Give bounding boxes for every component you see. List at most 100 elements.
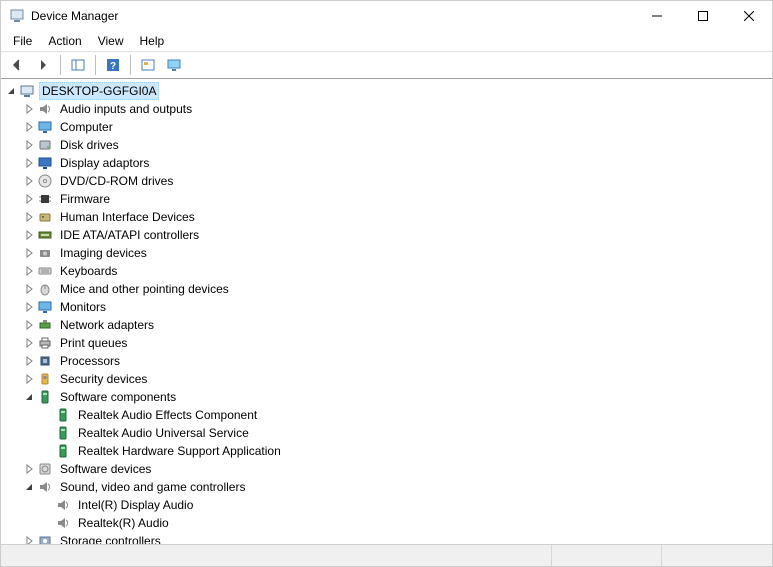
chevron-right-icon[interactable]: [21, 173, 37, 189]
storage-icon: [37, 533, 53, 544]
speaker-icon: [55, 497, 71, 513]
tree-node-label: Imaging devices: [57, 244, 150, 262]
tree-node-label: Display adaptors: [57, 154, 152, 172]
tree-category-node[interactable]: DVD/CD-ROM drives: [3, 172, 772, 190]
tree-device-node[interactable]: Intel(R) Display Audio: [3, 496, 772, 514]
device-manager-window: Device Manager File Action View Help: [0, 0, 773, 567]
tree-category-node[interactable]: IDE ATA/ATAPI controllers: [3, 226, 772, 244]
tree-category-node[interactable]: Monitors: [3, 298, 772, 316]
tree-category-node[interactable]: Disk drives: [3, 136, 772, 154]
chevron-right-icon[interactable]: [21, 371, 37, 387]
chevron-right-icon[interactable]: [21, 137, 37, 153]
keyboard-icon: [37, 263, 53, 279]
tree-device-node[interactable]: Realtek Audio Universal Service: [3, 424, 772, 442]
chevron-right-icon[interactable]: [21, 155, 37, 171]
menu-file[interactable]: File: [5, 32, 40, 50]
tree-category-node[interactable]: Computer: [3, 118, 772, 136]
tree-category-node[interactable]: Processors: [3, 352, 772, 370]
chevron-right-icon[interactable]: [21, 245, 37, 261]
tree-root-node[interactable]: DESKTOP-GGFGI0A: [3, 82, 772, 100]
expander-spacer: [39, 497, 55, 513]
chevron-right-icon[interactable]: [21, 299, 37, 315]
tree-device-node[interactable]: Realtek Audio Effects Component: [3, 406, 772, 424]
maximize-button[interactable]: [680, 1, 726, 31]
tree-category-node[interactable]: Storage controllers: [3, 532, 772, 544]
computer-icon: [19, 83, 35, 99]
tree-node-label: Audio inputs and outputs: [57, 100, 195, 118]
chevron-right-icon[interactable]: [21, 227, 37, 243]
chevron-down-icon[interactable]: [3, 83, 19, 99]
chevron-right-icon[interactable]: [21, 263, 37, 279]
menu-action[interactable]: Action: [40, 32, 89, 50]
speaker-icon: [37, 101, 53, 117]
chevron-right-icon[interactable]: [21, 461, 37, 477]
tree-category-node[interactable]: Print queues: [3, 334, 772, 352]
expander-spacer: [39, 407, 55, 423]
chevron-right-icon[interactable]: [21, 191, 37, 207]
menu-help[interactable]: Help: [132, 32, 173, 50]
scan-hardware-button[interactable]: [136, 53, 160, 77]
chevron-down-icon[interactable]: [21, 479, 37, 495]
tree-device-node[interactable]: Realtek(R) Audio: [3, 514, 772, 532]
show-hide-console-button[interactable]: [66, 53, 90, 77]
toolbar-separator: [130, 55, 131, 75]
tree-node-label: Intel(R) Display Audio: [75, 496, 196, 514]
tree-node-label: IDE ATA/ATAPI controllers: [57, 226, 202, 244]
tree-category-node[interactable]: Human Interface Devices: [3, 208, 772, 226]
menu-view[interactable]: View: [90, 32, 132, 50]
expander-spacer: [39, 515, 55, 531]
tree-node-label: Sound, video and game controllers: [57, 478, 248, 496]
tree-category-node[interactable]: Software components: [3, 388, 772, 406]
status-segment: [662, 545, 772, 566]
component-icon: [37, 389, 53, 405]
tree-node-label: Processors: [57, 352, 123, 370]
toolbar-separator: [60, 55, 61, 75]
tree-node-label: Software devices: [57, 460, 154, 478]
tree-category-node[interactable]: Security devices: [3, 370, 772, 388]
tree-category-node[interactable]: Mice and other pointing devices: [3, 280, 772, 298]
tree-node-label: Human Interface Devices: [57, 208, 198, 226]
tree-node-label: Storage controllers: [57, 532, 164, 544]
tree-category-node[interactable]: Network adapters: [3, 316, 772, 334]
chevron-down-icon[interactable]: [21, 389, 37, 405]
titlebar: Device Manager: [1, 1, 772, 31]
tree-category-node[interactable]: Imaging devices: [3, 244, 772, 262]
tree-device-node[interactable]: Realtek Hardware Support Application: [3, 442, 772, 460]
printer-icon: [37, 335, 53, 351]
tree-node-label: Monitors: [57, 298, 109, 316]
chevron-right-icon[interactable]: [21, 119, 37, 135]
statusbar: [1, 544, 772, 566]
menubar: File Action View Help: [1, 31, 772, 51]
window-title: Device Manager: [31, 9, 634, 23]
chevron-right-icon[interactable]: [21, 335, 37, 351]
tree-node-label: Print queues: [57, 334, 130, 352]
chevron-right-icon[interactable]: [21, 353, 37, 369]
expander-spacer: [39, 443, 55, 459]
tree-category-node[interactable]: Software devices: [3, 460, 772, 478]
speaker-icon: [37, 479, 53, 495]
display-icon: [37, 155, 53, 171]
tree-category-node[interactable]: Audio inputs and outputs: [3, 100, 772, 118]
chevron-right-icon[interactable]: [21, 281, 37, 297]
minimize-button[interactable]: [634, 1, 680, 31]
tree-category-node[interactable]: Keyboards: [3, 262, 772, 280]
content-area: DESKTOP-GGFGI0AAudio inputs and outputsC…: [1, 79, 772, 544]
back-button[interactable]: [5, 53, 29, 77]
chevron-right-icon[interactable]: [21, 101, 37, 117]
tree-node-label: Realtek(R) Audio: [75, 514, 172, 532]
tree-category-node[interactable]: Display adaptors: [3, 154, 772, 172]
close-button[interactable]: [726, 1, 772, 31]
chevron-right-icon[interactable]: [21, 317, 37, 333]
tree-category-node[interactable]: Firmware: [3, 190, 772, 208]
chevron-right-icon[interactable]: [21, 209, 37, 225]
monitor-icon: [37, 119, 53, 135]
device-tree[interactable]: DESKTOP-GGFGI0AAudio inputs and outputsC…: [1, 79, 772, 544]
forward-button[interactable]: [31, 53, 55, 77]
softdev-icon: [37, 461, 53, 477]
network-icon: [37, 317, 53, 333]
tree-category-node[interactable]: Sound, video and game controllers: [3, 478, 772, 496]
show-devices-button[interactable]: [162, 53, 186, 77]
tree-node-label: Firmware: [57, 190, 113, 208]
help-button[interactable]: ?: [101, 53, 125, 77]
chevron-right-icon[interactable]: [21, 533, 37, 544]
